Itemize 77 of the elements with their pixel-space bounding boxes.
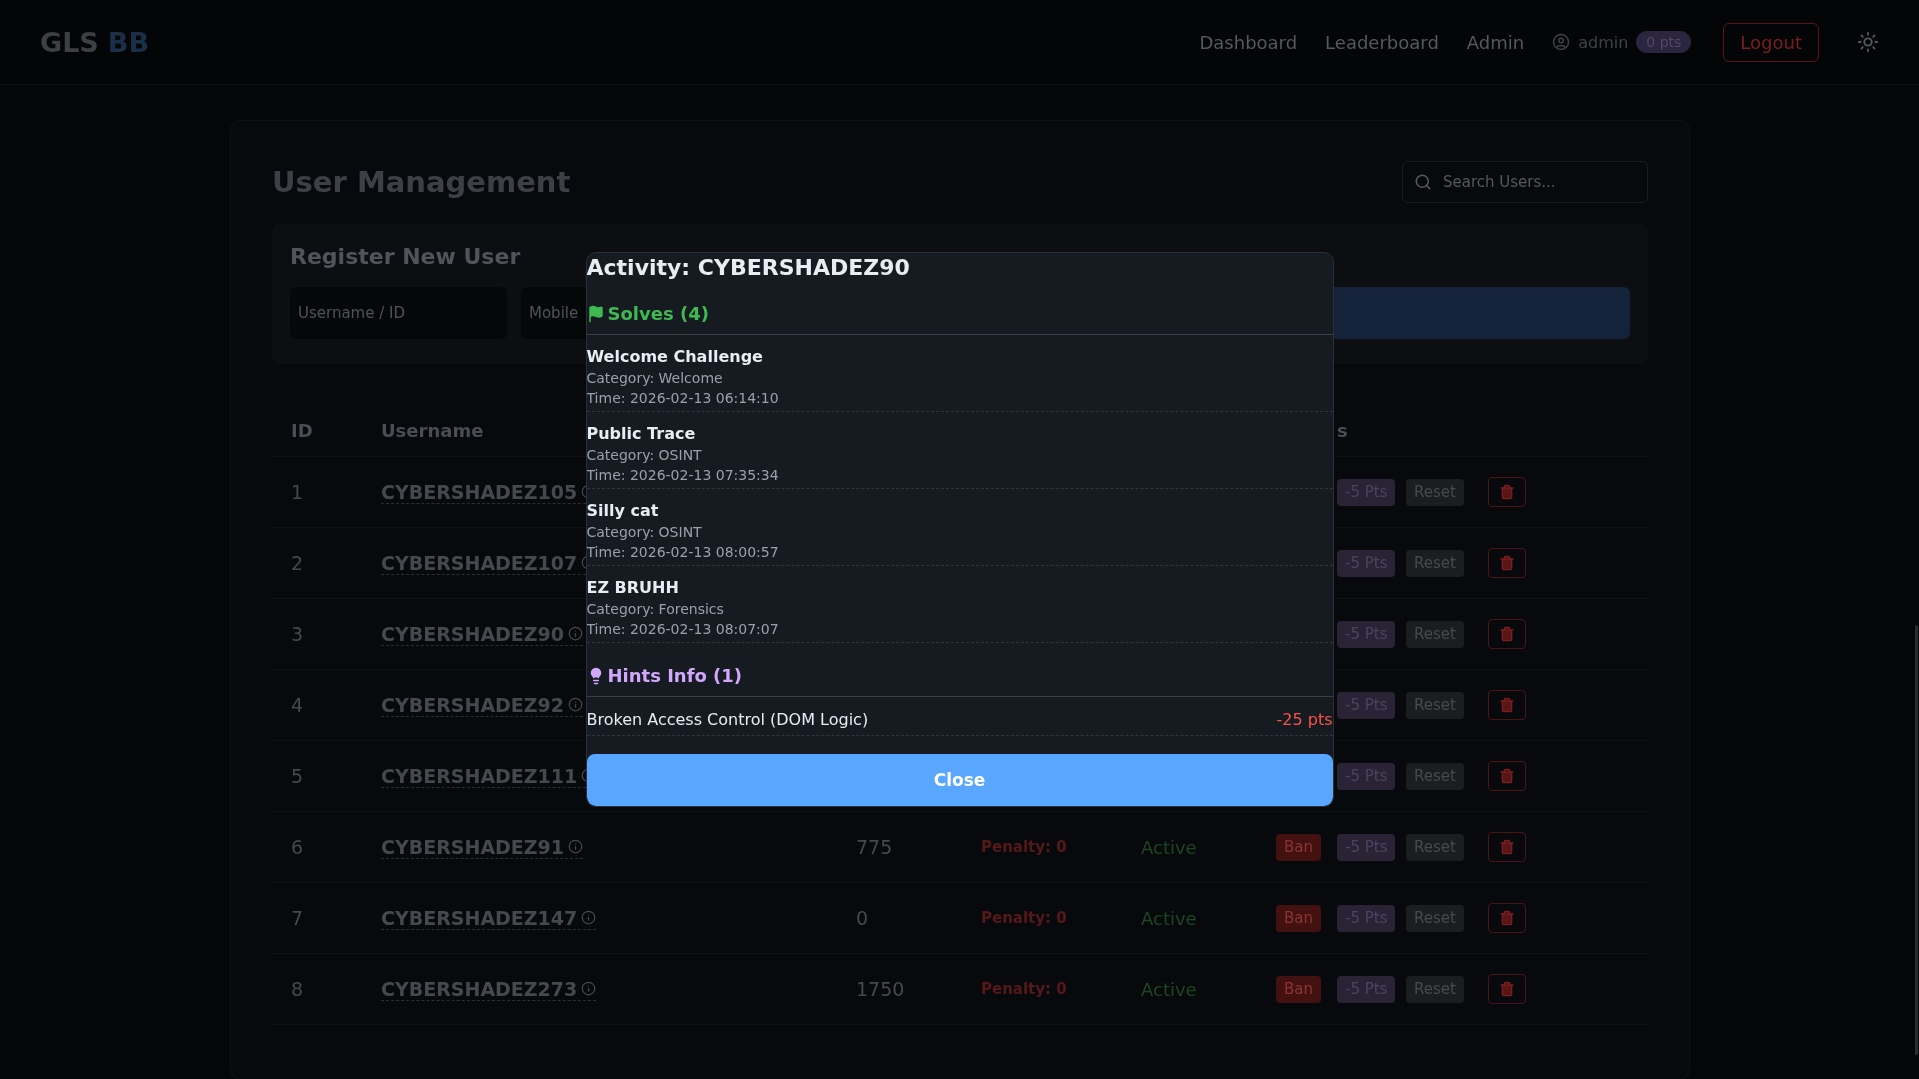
challenge-name: Public Trace	[586, 424, 697, 443]
score-cell: 1750	[856, 978, 905, 1000]
nav-link[interactable]: Dashboard	[1199, 31, 1298, 53]
column-header: s	[1337, 419, 1348, 441]
search-field[interactable]: Search Users...	[1402, 161, 1648, 203]
id-cell: 5	[291, 765, 304, 787]
ban-button[interactable]: Ban	[1276, 975, 1321, 1003]
id-cell: 8	[291, 978, 304, 1000]
page-title: User Management	[272, 165, 571, 199]
section-title: Register New User	[290, 244, 521, 269]
search-icon	[1414, 173, 1432, 191]
trash-icon	[1499, 626, 1515, 642]
username-link[interactable]: CYBERSHADEZ90	[381, 622, 584, 646]
username-link[interactable]: CYBERSHADEZ273	[381, 977, 597, 1001]
challenge-name: Welcome Challenge	[586, 347, 764, 366]
category-text: Category: Forensics	[586, 601, 725, 617]
trash-icon	[1499, 910, 1515, 926]
category-text: Category: OSINT	[586, 447, 703, 463]
trash-icon	[1499, 555, 1515, 571]
hint-name: Broken Access Control (DOM Logic)	[586, 710, 869, 729]
status-text: Active	[1141, 836, 1197, 858]
delete-button[interactable]	[1488, 903, 1526, 933]
time-text: Time: 2026-02-13 08:07:07	[586, 621, 780, 637]
trash-icon	[1499, 839, 1515, 855]
time-text: Time: 2026-02-13 06:14:10	[586, 390, 780, 406]
nav-link[interactable]: Leaderboard	[1325, 31, 1439, 53]
id-cell: 7	[291, 907, 304, 929]
challenge-name: Silly cat	[586, 501, 660, 520]
section-heading: Solves (4)	[607, 303, 709, 324]
id-cell: 2	[291, 552, 304, 574]
trash-icon	[1499, 484, 1515, 500]
trash-icon	[1499, 981, 1515, 997]
penalty-text: Penalty: 0	[981, 980, 1067, 998]
score-cell: 0	[856, 907, 869, 929]
category-text: Category: OSINT	[586, 524, 703, 540]
username-link[interactable]: CYBERSHADEZ147	[381, 906, 597, 930]
delete-button[interactable]	[1488, 832, 1526, 862]
username-link[interactable]: CYBERSHADEZ92	[381, 693, 584, 717]
user-icon	[1552, 33, 1571, 51]
id-cell: 4	[291, 694, 304, 716]
trash-icon	[1499, 768, 1515, 784]
delete-button[interactable]	[1488, 690, 1526, 720]
dialog-title: Activity: CYBERSHADEZ90	[586, 254, 911, 282]
input-field[interactable]: Username / ID	[290, 287, 507, 339]
delete-button[interactable]	[1488, 548, 1526, 578]
delete-button[interactable]	[1488, 761, 1526, 791]
time-text: Time: 2026-02-13 07:35:34	[586, 467, 780, 483]
username-link[interactable]: CYBERSHADEZ91	[381, 835, 584, 859]
penalty-text: Penalty: 0	[981, 838, 1067, 856]
ban-button[interactable]: Ban	[1276, 833, 1321, 861]
scrollbar[interactable]	[1915, 625, 1918, 1055]
challenge-name: EZ BRUHH	[586, 578, 680, 597]
penalty-text: Penalty: 0	[981, 909, 1067, 927]
id-cell: 1	[291, 481, 304, 503]
theme-toggle-icon[interactable]	[1857, 31, 1879, 53]
id-cell: 6	[291, 836, 304, 858]
column-header: ID	[291, 419, 313, 441]
ban-button[interactable]: Ban	[1276, 904, 1321, 932]
section-heading: Hints Info (1)	[607, 665, 743, 686]
score-cell: 775	[856, 836, 893, 858]
delete-button[interactable]	[1488, 974, 1526, 1004]
category-text: Category: Welcome	[586, 370, 724, 386]
trash-icon	[1499, 697, 1515, 713]
delete-button[interactable]	[1488, 619, 1526, 649]
username-text: admin	[1578, 32, 1629, 52]
logout-button[interactable]: Logout	[1723, 22, 1819, 62]
id-cell: 3	[291, 623, 304, 645]
hint-cost: -25 pts	[1276, 710, 1333, 729]
logo-text: GLS	[40, 26, 99, 58]
status-text: Active	[1141, 978, 1197, 1000]
status-text: Active	[1141, 907, 1197, 929]
logo-text: BB	[107, 26, 149, 58]
delete-button[interactable]	[1488, 477, 1526, 507]
flag-icon	[586, 304, 605, 323]
nav-link[interactable]: Admin	[1466, 31, 1525, 53]
column-header: Username	[381, 419, 484, 441]
close-button[interactable]: Close	[586, 754, 1333, 806]
